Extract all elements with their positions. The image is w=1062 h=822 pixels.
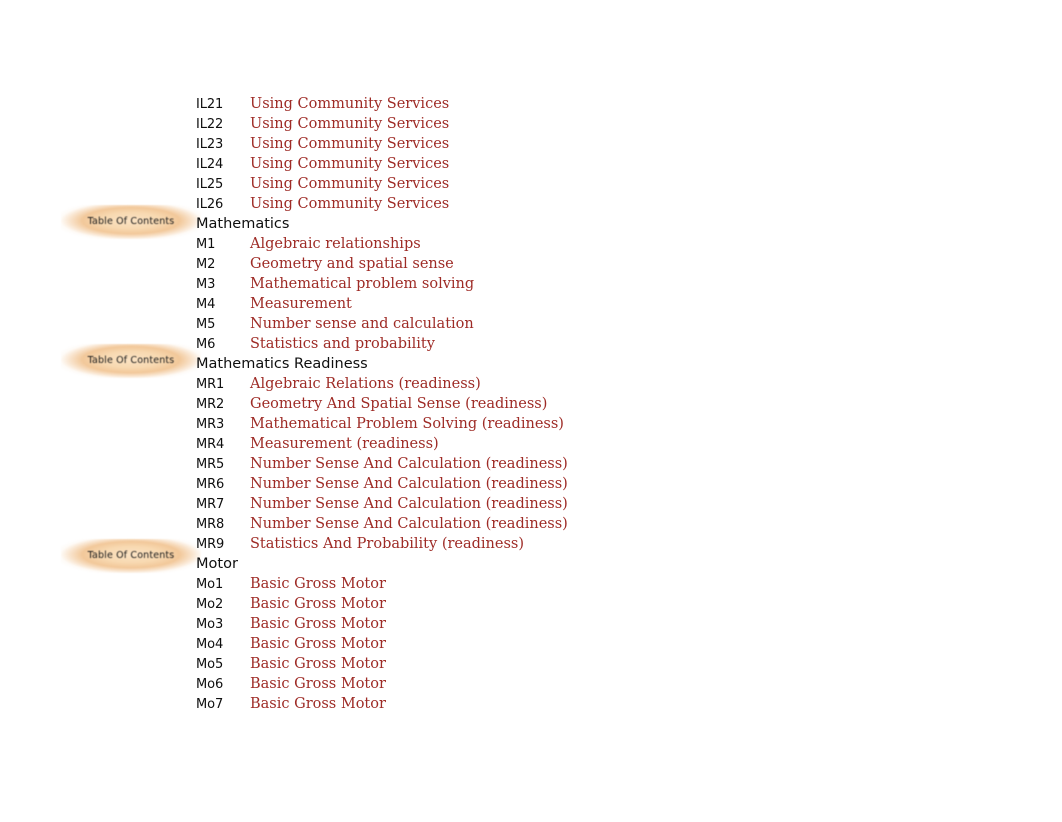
outline-entry-title[interactable]: Basic Gross Motor xyxy=(250,654,386,674)
outline-entry-title[interactable]: Number Sense And Calculation (readiness) xyxy=(250,454,568,474)
outline-entry[interactable]: MR7 Number Sense And Calculation (readine… xyxy=(196,494,896,514)
table-of-contents-badge[interactable]: Table Of Contents xyxy=(61,344,201,378)
outline-entry-title[interactable]: Using Community Services xyxy=(250,194,449,214)
outline-entry-title[interactable]: Basic Gross Motor xyxy=(250,614,386,634)
outline-entry-code: MR8 xyxy=(196,517,225,532)
outline-entry-code: M5 xyxy=(196,317,216,332)
outline-entry-title[interactable]: Basic Gross Motor xyxy=(250,634,386,654)
table-of-contents-badge[interactable]: Table Of Contents xyxy=(61,539,201,573)
outline-entry-code: Mo5 xyxy=(196,657,224,672)
outline-entry-code: MR2 xyxy=(196,397,225,412)
outline-entry[interactable]: M1 Algebraic relationships xyxy=(196,234,896,254)
outline-entry[interactable]: Mo3 Basic Gross Motor xyxy=(196,614,896,634)
outline-entry-title[interactable]: Basic Gross Motor xyxy=(250,674,386,694)
outline-entry[interactable]: MR6 Number Sense And Calculation (readine… xyxy=(196,474,896,494)
outline-entry-code: IL23 xyxy=(196,137,224,152)
outline-entry-title[interactable]: Mathematical Problem Solving (readiness) xyxy=(250,414,564,434)
outline-entry[interactable]: MR3 Mathematical Problem Solving (readine… xyxy=(196,414,896,434)
outline-section-header: Motor xyxy=(196,556,238,572)
outline-entry-code: Mo6 xyxy=(196,677,224,692)
outline-entry-code: MR3 xyxy=(196,417,225,432)
outline-entry-code: IL25 xyxy=(196,177,224,192)
outline-entry[interactable]: M5 Number sense and calculation xyxy=(196,314,896,334)
outline-entry[interactable]: MR1 Algebraic Relations (readiness) xyxy=(196,374,896,394)
outline-entry[interactable]: Mo5 Basic Gross Motor xyxy=(196,654,896,674)
outline-entry-code: Mo4 xyxy=(196,637,224,652)
outline-entry-title[interactable]: Geometry And Spatial Sense (readiness) xyxy=(250,394,547,414)
outline-entry-title[interactable]: Number Sense And Calculation (readiness) xyxy=(250,514,568,534)
outline-entry-title[interactable]: Basic Gross Motor xyxy=(250,594,386,614)
outline-entry-code: MR7 xyxy=(196,497,225,512)
outline-entry-code: M3 xyxy=(196,277,216,292)
outline-entry[interactable]: Mo6 Basic Gross Motor xyxy=(196,674,896,694)
outline-entry-title[interactable]: Statistics And Probability (readiness) xyxy=(250,534,524,554)
outline-entry-title[interactable]: Mathematical problem solving xyxy=(250,274,474,294)
outline-entry[interactable]: MR9 Statistics And Probability (readiness… xyxy=(196,534,896,554)
outline-entry-title[interactable]: Using Community Services xyxy=(250,174,449,194)
outline-entry-title[interactable]: Geometry and spatial sense xyxy=(250,254,454,274)
outline-entry-title[interactable]: Using Community Services xyxy=(250,154,449,174)
outline-entry-title[interactable]: Basic Gross Motor xyxy=(250,694,386,714)
outline-entry[interactable]: IL25 Using Community Services xyxy=(196,174,896,194)
outline-entry-title[interactable]: Measurement (readiness) xyxy=(250,434,439,454)
outline-entry[interactable]: MR4 Measurement (readiness) xyxy=(196,434,896,454)
outline-entry[interactable]: IL26 Using Community Services xyxy=(196,194,896,214)
outline-section-header: Mathematics xyxy=(196,216,290,232)
table-of-contents-badge[interactable]: Table Of Contents xyxy=(61,205,201,239)
outline-entry[interactable]: MR5 Number Sense And Calculation (readine… xyxy=(196,454,896,474)
outline-entry-title[interactable]: Using Community Services xyxy=(250,94,449,114)
outline-entry-code: M6 xyxy=(196,337,216,352)
outline-entry-code: MR4 xyxy=(196,437,225,452)
outline-entry-title[interactable]: Statistics and probability xyxy=(250,334,435,354)
outline-entry-code: Mo7 xyxy=(196,697,224,712)
outline-entry[interactable]: Mo2 Basic Gross Motor xyxy=(196,594,896,614)
outline-entry-code: Mo2 xyxy=(196,597,224,612)
outline-entry-title[interactable]: Algebraic Relations (readiness) xyxy=(250,374,481,394)
outline-list: IL21 Using Community Services IL22 Using Co… xyxy=(196,94,896,714)
outline-entry-code: MR9 xyxy=(196,537,225,552)
outline-entry-title[interactable]: Number sense and calculation xyxy=(250,314,474,334)
outline-entry[interactable]: M3 Mathematical problem solving xyxy=(196,274,896,294)
outline-entry[interactable]: MR2 Geometry And Spatial Sense (readiness… xyxy=(196,394,896,414)
outline-entry-code: M1 xyxy=(196,237,216,252)
outline-entry-code: Mo1 xyxy=(196,577,224,592)
outline-entry[interactable]: IL23 Using Community Services xyxy=(196,134,896,154)
outline-entry[interactable]: IL24 Using Community Services xyxy=(196,154,896,174)
outline-entry-code: IL22 xyxy=(196,117,224,132)
outline-entry[interactable]: Mo4 Basic Gross Motor xyxy=(196,634,896,654)
outline-entry-code: IL21 xyxy=(196,97,224,112)
outline-entry-code: MR5 xyxy=(196,457,225,472)
outline-entry-code: Mo3 xyxy=(196,617,224,632)
table-of-contents-badge-label: Table Of Contents xyxy=(87,355,175,367)
outline-entry-code: IL24 xyxy=(196,157,224,172)
outline-entry-code: MR1 xyxy=(196,377,225,392)
outline-section-header: Mathematics Readiness xyxy=(196,356,368,372)
outline-entry[interactable]: IL22 Using Community Services xyxy=(196,114,896,134)
outline-entry-title[interactable]: Number Sense And Calculation (readiness) xyxy=(250,474,568,494)
outline-entry-title[interactable]: Algebraic relationships xyxy=(250,234,421,254)
outline-entry-title[interactable]: Measurement xyxy=(250,294,352,314)
table-of-contents-badge-label: Table Of Contents xyxy=(87,216,175,228)
outline-entry[interactable]: MR8 Number Sense And Calculation (readine… xyxy=(196,514,896,534)
outline-entry[interactable]: M4 Measurement xyxy=(196,294,896,314)
outline-entry-title[interactable]: Number Sense And Calculation (readiness) xyxy=(250,494,568,514)
outline-entry-code: MR6 xyxy=(196,477,225,492)
outline-entry-code: M4 xyxy=(196,297,216,312)
outline-entry[interactable]: M6 Statistics and probability xyxy=(196,334,896,354)
outline-entry-code: M2 xyxy=(196,257,216,272)
outline-entry-code: IL26 xyxy=(196,197,224,212)
outline-entry-title[interactable]: Using Community Services xyxy=(250,114,449,134)
outline-entry[interactable]: Mo7 Basic Gross Motor xyxy=(196,694,896,714)
outline-entry[interactable]: IL21 Using Community Services xyxy=(196,94,896,114)
outline-entry-title[interactable]: Using Community Services xyxy=(250,134,449,154)
document-page: Table Of Contents Table Of Contents Tabl… xyxy=(0,0,1062,822)
outline-entry-title[interactable]: Basic Gross Motor xyxy=(250,574,386,594)
table-of-contents-badge-label: Table Of Contents xyxy=(87,550,175,562)
outline-entry[interactable]: M2 Geometry and spatial sense xyxy=(196,254,896,274)
outline-entry[interactable]: Mo1 Basic Gross Motor xyxy=(196,574,896,594)
